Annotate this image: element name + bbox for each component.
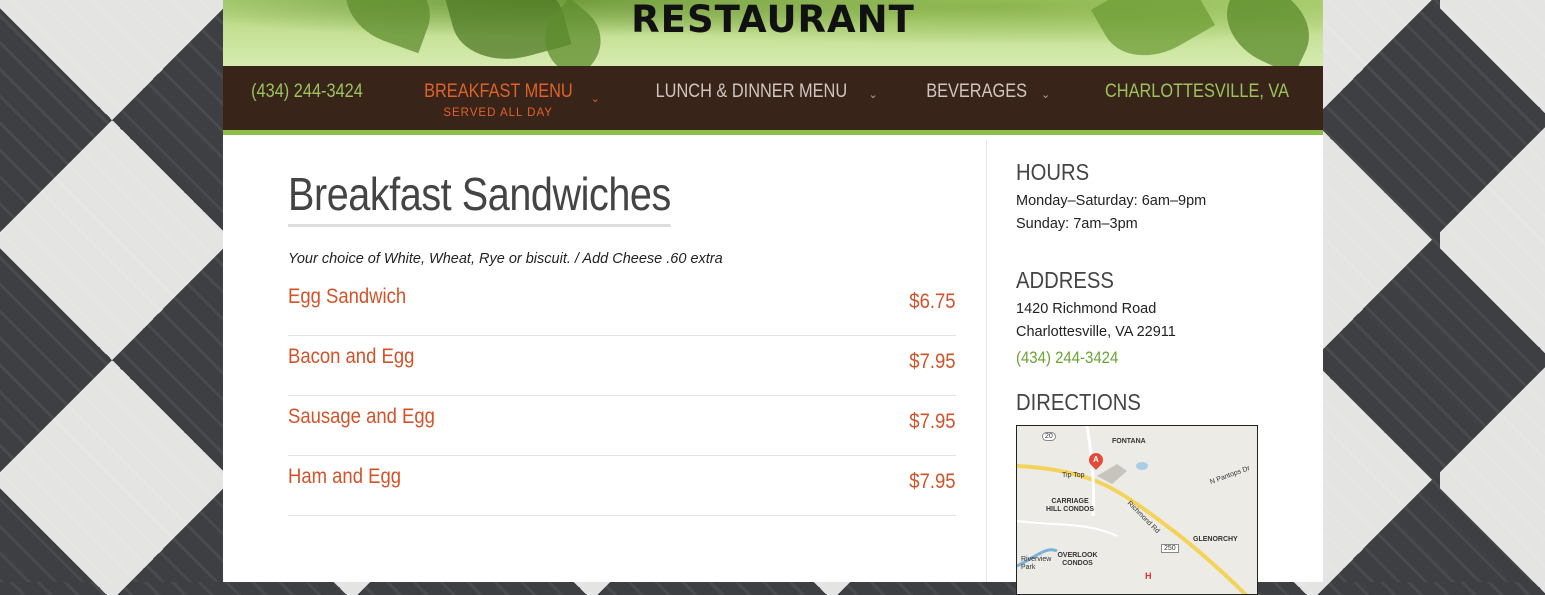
- menu-item[interactable]: Sausage and Egg $7.95: [288, 397, 956, 456]
- nav-breakfast-sublabel: SERVED ALL DAY: [443, 107, 553, 119]
- nav-breakfast-label: BREAKFAST MENU: [423, 81, 573, 102]
- hospital-icon: H: [1145, 571, 1152, 581]
- sidebar: HOURS Monday–Saturday: 6am–9pm Sunday: 7…: [986, 140, 1323, 595]
- route-250-shield-icon: 250: [1161, 544, 1179, 553]
- hours-weekday: Monday–Saturday: 6am–9pm: [1016, 193, 1207, 209]
- nav-item-beverages[interactable]: BEVERAGES ⌄: [918, 80, 1050, 104]
- directions-heading: DIRECTIONS: [1016, 389, 1141, 415]
- directions-block: DIRECTIONS FONTANA Tip Top N Pantops Dr …: [1016, 388, 1323, 595]
- chevron-down-icon[interactable]: ⌄: [1041, 88, 1050, 101]
- section-description: Your choice of White, Wheat, Rye or bisc…: [288, 251, 723, 267]
- menu-item-name: Bacon and Egg: [288, 345, 415, 368]
- menu-item-price: $6.75: [909, 290, 956, 313]
- menu-list: Egg Sandwich $6.75 Bacon and Egg $7.95 S…: [288, 277, 956, 516]
- content-area: Breakfast Sandwiches Your choice of Whit…: [223, 140, 1323, 595]
- nav-item-lunch-dinner-menu[interactable]: LUNCH & DINNER MENU ⌄: [640, 80, 878, 104]
- nav-beverages-label: BEVERAGES: [925, 81, 1027, 102]
- menu-item-price: $7.95: [909, 470, 956, 493]
- chevron-down-icon[interactable]: ⌄: [869, 88, 878, 101]
- menu-item-price: $7.95: [909, 410, 956, 433]
- main-nav: (434) 244-3424 BREAKFAST MENU SERVED ALL…: [223, 66, 1323, 135]
- menu-item-name: Egg Sandwich: [288, 285, 407, 308]
- header-banner: RESTAURANT: [223, 0, 1323, 66]
- hours-sunday: Sunday: 7am–3pm: [1016, 216, 1138, 232]
- nav-location-label: CHARLOTTESVILLE, VA: [1105, 81, 1290, 102]
- menu-item-name: Sausage and Egg: [288, 405, 435, 428]
- section-title: Breakfast Sandwiches: [288, 168, 671, 227]
- menu-section: Breakfast Sandwiches Your choice of Whit…: [288, 140, 956, 517]
- chevron-down-icon[interactable]: ⌄: [591, 92, 600, 105]
- nav-item-location[interactable]: CHARLOTTESVILLE, VA: [1090, 80, 1304, 104]
- page-container: RESTAURANT (434) 244-3424 BREAKFAST MENU…: [223, 0, 1323, 595]
- nav-item-breakfast-menu[interactable]: BREAKFAST MENU SERVED ALL DAY ⌄: [412, 80, 600, 119]
- menu-item[interactable]: Egg Sandwich $6.75: [288, 277, 956, 336]
- map-label-glenorchy: GLENORCHY: [1193, 536, 1238, 543]
- map-label-tiptop: Tip Top: [1062, 472, 1085, 479]
- menu-item[interactable]: Bacon and Egg $7.95: [288, 337, 956, 396]
- menu-item-price: $7.95: [909, 350, 956, 373]
- address-phone-link[interactable]: (434) 244-3424: [1016, 348, 1118, 368]
- map-label-carriage: CARRIAGE HILL CONDOS: [1045, 498, 1095, 513]
- map-label-fontana: FONTANA: [1112, 438, 1146, 445]
- map-pin-label: A: [1093, 455, 1099, 464]
- address-street: 1420 Richmond Road: [1016, 301, 1157, 317]
- address-block: ADDRESS 1420 Richmond Road Charlottesvil…: [1016, 266, 1323, 368]
- nav-phone-label: (434) 244-3424: [250, 81, 363, 102]
- directions-map[interactable]: FONTANA Tip Top N Pantops Dr CARRIAGE HI…: [1016, 425, 1258, 595]
- address-city: Charlottesville, VA 22911: [1016, 324, 1176, 340]
- restaurant-title: RESTAURANT: [631, 0, 915, 41]
- nav-item-phone[interactable]: (434) 244-3424: [242, 80, 372, 104]
- menu-item[interactable]: Ham and Egg $7.95: [288, 457, 956, 516]
- hours-block: HOURS Monday–Saturday: 6am–9pm Sunday: 7…: [1016, 158, 1323, 236]
- map-label-overlook: OVERLOOK CONDOS: [1057, 552, 1098, 567]
- hours-heading: HOURS: [1016, 159, 1090, 185]
- nav-lunch-label: LUNCH & DINNER MENU: [655, 81, 847, 102]
- address-heading: ADDRESS: [1016, 267, 1114, 293]
- menu-item-name: Ham and Egg: [288, 465, 402, 488]
- route-20-shield-icon: 20: [1042, 432, 1056, 441]
- map-label-riverview: Riverview Park: [1021, 556, 1052, 571]
